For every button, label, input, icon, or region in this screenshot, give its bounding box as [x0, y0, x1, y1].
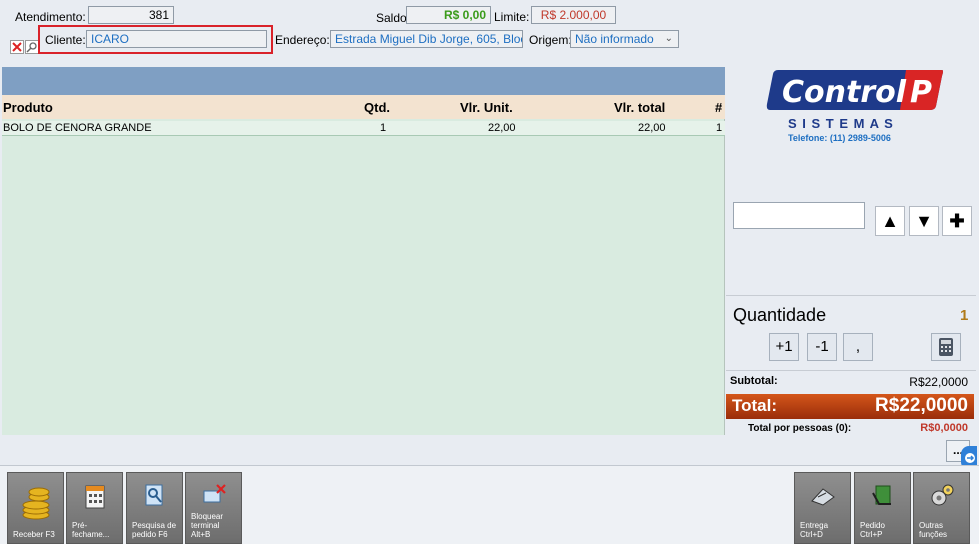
col-num: #	[715, 100, 723, 115]
chevron-down-icon: ⌄	[664, 33, 673, 44]
right-panel: Control P S I S T E M A S Telefone: (11)…	[726, 55, 976, 435]
items-grid[interactable]: BOLO DE CENORA GRANDE 1 22,00 22,00 1	[2, 119, 725, 435]
atendimento-field[interactable]: 381	[88, 6, 174, 24]
logo-text: Control	[782, 75, 907, 110]
outras-funcoes-button[interactable]: Outras funções	[913, 472, 970, 544]
gears-icon	[928, 483, 956, 511]
endereco-label: Endereço:	[275, 33, 330, 47]
pedido-button[interactable]: Pedido Ctrl+P	[854, 472, 911, 544]
calculator-icon[interactable]	[931, 333, 961, 361]
quantidade-value: 1	[960, 307, 969, 324]
cliente-label: Cliente:	[45, 33, 86, 47]
table-header: Produto Qtd. Vlr. Unit. Vlr. total #	[2, 95, 725, 119]
cell-vlr-total: 22,00	[638, 122, 666, 134]
divider	[726, 370, 976, 371]
subtotal-label: Subtotal:	[730, 375, 778, 387]
cell-vlr-unit: 22,00	[488, 122, 516, 134]
limite-field: R$ 2.000,00	[531, 6, 616, 24]
col-qtd: Qtd.	[364, 100, 390, 115]
bloquear-terminal-label: Bloquear terminal Alt+B	[191, 512, 224, 539]
endereco-field[interactable]: Estrada Miguel Dib Jorge, 605, Bloco	[330, 30, 523, 48]
receipt-icon	[82, 483, 108, 513]
total-bar: Total: R$22,0000	[726, 394, 974, 419]
code-input[interactable]	[733, 202, 865, 229]
search-document-icon	[142, 483, 168, 511]
col-vlr-total: Vlr. total	[614, 100, 666, 115]
pedido-label: Pedido Ctrl+P	[860, 521, 885, 539]
saldo-field: R$ 0,00	[406, 6, 491, 24]
saldo-label: Saldo	[376, 11, 407, 25]
outras-funcoes-label: Outras funções	[919, 521, 948, 539]
entrega-label: Entrega Ctrl+D	[800, 521, 829, 539]
atendimento-label: Atendimento:	[15, 10, 86, 24]
logo-p: P	[910, 75, 932, 110]
up-arrow-button[interactable]: ▲	[875, 206, 905, 236]
cliente-field[interactable]: ICARO	[86, 30, 267, 48]
origem-select[interactable]: Não informado ⌄	[570, 30, 679, 48]
quantidade-label: Quantidade	[733, 305, 827, 325]
down-arrow-button[interactable]: ▼	[909, 206, 939, 236]
origem-label: Origem:	[529, 33, 572, 47]
pre-fechamento-button[interactable]: Pré-fechame...	[66, 472, 123, 544]
delivery-icon	[809, 483, 837, 511]
table-top-band	[2, 67, 725, 95]
pre-fechamento-label: Pré-fechame...	[72, 521, 110, 539]
table-row[interactable]: BOLO DE CENORA GRANDE 1 22,00 22,00 1	[2, 121, 725, 136]
col-vlr-unit: Vlr. Unit.	[460, 100, 513, 115]
sistemas-text: S I S T E M A S	[788, 116, 894, 131]
minus-one-button[interactable]: -1	[807, 333, 837, 361]
limite-label: Limite:	[494, 10, 530, 24]
cell-produto: BOLO DE CENORA GRANDE	[3, 122, 152, 134]
divider	[726, 295, 976, 296]
grid-footer	[2, 435, 725, 465]
clear-client-icon[interactable]	[10, 40, 24, 54]
controlp-logo: Control P	[766, 66, 946, 112]
origem-value: Não informado	[575, 32, 654, 46]
receber-label: Receber F3	[13, 530, 55, 539]
pessoas-value: R$0,0000	[920, 422, 968, 434]
col-produto: Produto	[3, 100, 53, 115]
plus-one-button[interactable]: +1	[769, 333, 799, 361]
telefone-text: Telefone: (11) 2989-5006	[788, 133, 891, 143]
cell-qtd: 1	[380, 122, 387, 134]
cell-num: 1	[716, 122, 723, 134]
total-label: Total:	[732, 396, 778, 415]
total-value: R$22,0000	[875, 395, 968, 416]
pesquisa-pedido-label: Pesquisa de pedido F6	[132, 521, 177, 539]
coins-icon	[19, 483, 53, 523]
bottom-toolbar: Receber F3 Pré-fechame... Pesquisa de pe…	[0, 465, 979, 544]
subtotal-value: R$22,0000	[909, 375, 968, 389]
bloquear-terminal-button[interactable]: Bloquear terminal Alt+B	[185, 472, 242, 544]
pessoas-label: Total por pessoas (0):	[748, 423, 852, 434]
pesquisa-pedido-button[interactable]: Pesquisa de pedido F6	[126, 472, 183, 544]
comma-button[interactable]: ,	[843, 333, 873, 361]
add-button[interactable]: ✚	[942, 206, 972, 236]
lock-terminal-icon	[201, 483, 227, 509]
search-client-icon[interactable]	[25, 40, 39, 54]
order-icon	[870, 483, 896, 511]
receber-button[interactable]: Receber F3	[7, 472, 64, 544]
entrega-button[interactable]: Entrega Ctrl+D	[794, 472, 851, 544]
